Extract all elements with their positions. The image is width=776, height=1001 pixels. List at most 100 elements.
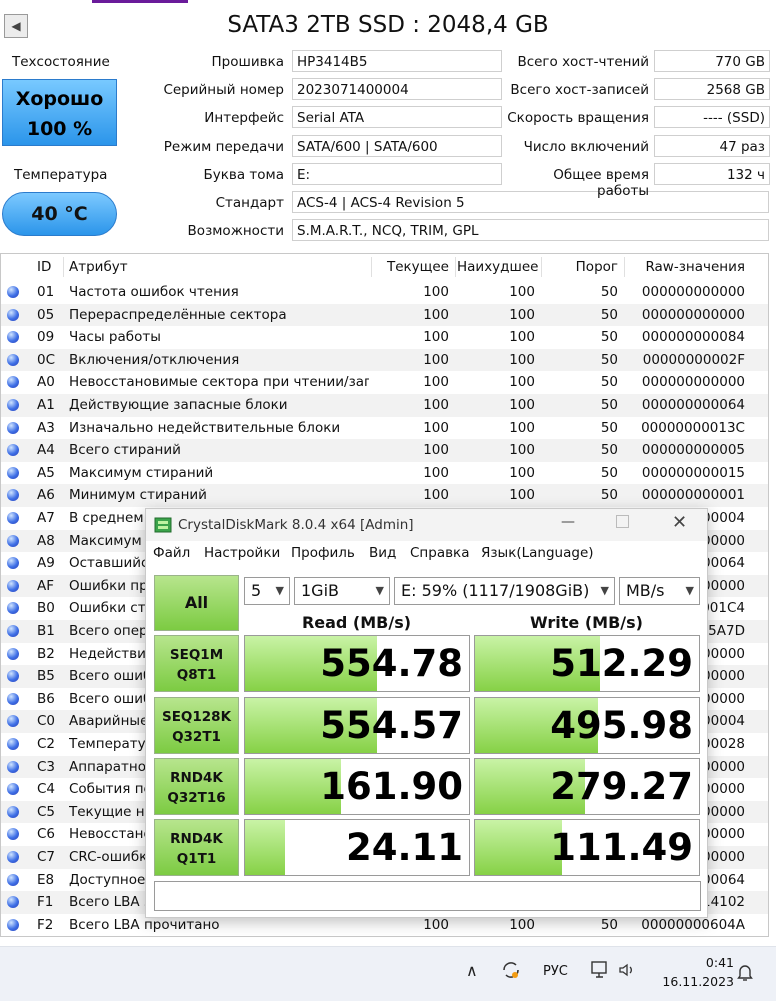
table-row[interactable]: A5 Максимум стираний 100 100 50 000000000015 [1, 462, 768, 485]
test-button[interactable]: RND4K Q32T16 [154, 758, 239, 815]
comment-field[interactable] [154, 881, 701, 911]
cdm-title-text: CrystalDiskMark 8.0.4 x64 [Admin] [178, 517, 414, 533]
maximize-icon[interactable] [616, 515, 629, 528]
menu-language[interactable]: Язык(Language) [481, 545, 594, 561]
temperature-value[interactable]: 40 °C [2, 192, 117, 236]
monitor-icon[interactable] [591, 961, 611, 983]
attr-name: Включения/отключения [69, 351, 240, 368]
cdm-title-bar[interactable]: CrystalDiskMark 8.0.4 x64 [Admin] — ✕ [146, 509, 707, 541]
table-row[interactable]: 09 Часы работы 100 100 50 000000000084 [1, 326, 768, 349]
attr-id: A4 [37, 442, 55, 459]
health-status-label: Техсостояние [12, 54, 110, 70]
menu-profile[interactable]: Профиль [291, 545, 355, 561]
test-count-select[interactable]: 5 ▼ [244, 577, 290, 605]
test-count-value: 5 [251, 581, 262, 600]
attr-id: A9 [37, 555, 55, 572]
col-header-attribute[interactable]: Атрибут [69, 254, 128, 280]
status-dot-icon [7, 399, 19, 411]
col-separator [624, 257, 625, 277]
table-row[interactable]: A1 Действующие запасные блоки 100 100 50 0000… [1, 394, 768, 417]
drive-title: SATA3 2TB SSD : 2048,4 GB [227, 12, 549, 38]
attr-threshold: 50 [600, 306, 618, 323]
table-row[interactable]: A4 Всего стираний 100 100 50 000000000005 [1, 439, 768, 462]
minimize-icon[interactable]: — [561, 514, 575, 530]
health-status-text: Хорошо [15, 88, 104, 110]
attr-worst: 100 [509, 487, 535, 504]
attr-name: Действующие запасные блоки [69, 397, 288, 413]
table-row[interactable]: 01 Частота ошибок чтения 100 100 50 000000000… [1, 281, 768, 304]
test-button[interactable]: SEQ128K Q32T1 [154, 697, 239, 754]
rotation-speed-field: ---- (SSD) [654, 106, 770, 128]
col-separator [63, 257, 64, 277]
drive-select[interactable]: E: 59% (1117/1908GiB) ▼ [394, 577, 615, 605]
health-status-box[interactable]: Хорошо 100 % [2, 79, 117, 146]
unit-select[interactable]: MB/s ▼ [619, 577, 700, 605]
col-separator [371, 257, 372, 277]
test-button[interactable]: RND4K Q1T1 [154, 819, 239, 876]
menu-view[interactable]: Вид [369, 545, 396, 561]
table-row[interactable]: 0C Включения/отключения 100 100 50 0000000000… [1, 348, 768, 372]
clock-date[interactable]: 16.11.2023 [652, 974, 734, 989]
attr-current: 100 [423, 284, 449, 300]
status-dot-icon [7, 692, 19, 705]
attr-threshold: 50 [600, 442, 618, 459]
attr-threshold: 50 [600, 351, 618, 368]
status-dot-icon [7, 805, 19, 818]
table-row[interactable]: A0 Невосстановимые сектора при чтении/зап… [1, 371, 768, 394]
attr-id: A6 [37, 487, 55, 504]
attr-id: F1 [37, 894, 54, 911]
attr-worst: 100 [509, 397, 535, 413]
volume-icon[interactable] [618, 961, 636, 983]
attr-name: Часы работы [69, 329, 161, 346]
write-result-box: 279.27 [474, 758, 700, 815]
close-icon[interactable]: ✕ [672, 512, 687, 533]
col-header-id[interactable]: ID [37, 254, 51, 280]
col-header-threshold[interactable]: Порог [543, 254, 618, 280]
status-dot-icon [7, 466, 19, 479]
attr-id: 0C [37, 351, 56, 368]
table-row[interactable]: A3 Изначально недействительные блоки 100 10… [1, 417, 768, 440]
col-header-worst[interactable]: Наихудшее [457, 254, 538, 280]
menu-file[interactable]: Файл [153, 545, 190, 561]
clock-time[interactable]: 0:41 [672, 955, 734, 970]
crystaldiskmark-window[interactable]: CrystalDiskMark 8.0.4 x64 [Admin] — ✕ Фа… [145, 508, 708, 918]
attr-id: B0 [37, 600, 55, 617]
serial-field: 2023071400004 [292, 78, 502, 100]
attr-id: A0 [37, 374, 55, 391]
attr-id: C3 [37, 758, 56, 775]
attr-worst: 100 [509, 306, 535, 323]
cdm-menu-bar: Файл Настройки Профиль Вид Справка Язык(… [146, 541, 707, 567]
chevron-up-icon[interactable]: ∧ [466, 961, 478, 980]
language-indicator[interactable]: РУС [543, 964, 568, 979]
attr-id: B2 [37, 645, 55, 662]
run-all-button[interactable]: All [154, 575, 239, 631]
attr-id: AF [37, 577, 55, 594]
menu-settings[interactable]: Настройки [204, 545, 280, 561]
bell-icon[interactable] [736, 962, 754, 986]
status-dot-icon [7, 557, 19, 570]
status-dot-icon [7, 873, 19, 886]
test-button[interactable]: SEQ1M Q8T1 [154, 635, 239, 692]
chevron-down-icon: ▼ [375, 584, 384, 597]
attr-current: 100 [423, 306, 449, 323]
attr-name: Максимум стираний [69, 464, 214, 481]
test-queue: Q32T1 [172, 729, 221, 745]
col-separator [455, 257, 456, 277]
host-writes-label: Всего хост-записей [510, 82, 649, 98]
menu-help[interactable]: Справка [410, 545, 469, 561]
sync-icon[interactable] [500, 959, 522, 985]
attr-threshold: 50 [600, 464, 618, 481]
attr-worst: 100 [509, 284, 535, 300]
status-dot-icon [7, 738, 19, 750]
attr-id: A5 [37, 464, 55, 481]
table-row[interactable]: 05 Перераспределённые сектора 100 100 50 0000… [1, 303, 768, 327]
col-header-raw[interactable]: Raw-значения [627, 254, 745, 280]
attr-id: A8 [37, 532, 55, 549]
col-header-current[interactable]: Текущее [373, 254, 449, 280]
attr-current: 100 [423, 397, 449, 413]
rotation-speed-label: Скорость вращения [507, 110, 649, 126]
test-size-select[interactable]: 1GiB ▼ [294, 577, 390, 605]
taskbar: ∧ РУС 0:41 16.11.2023 [0, 946, 776, 1001]
table-row[interactable]: A6 Минимум стираний 100 100 50 000000000001 [1, 484, 768, 507]
attr-id: C4 [37, 781, 56, 798]
